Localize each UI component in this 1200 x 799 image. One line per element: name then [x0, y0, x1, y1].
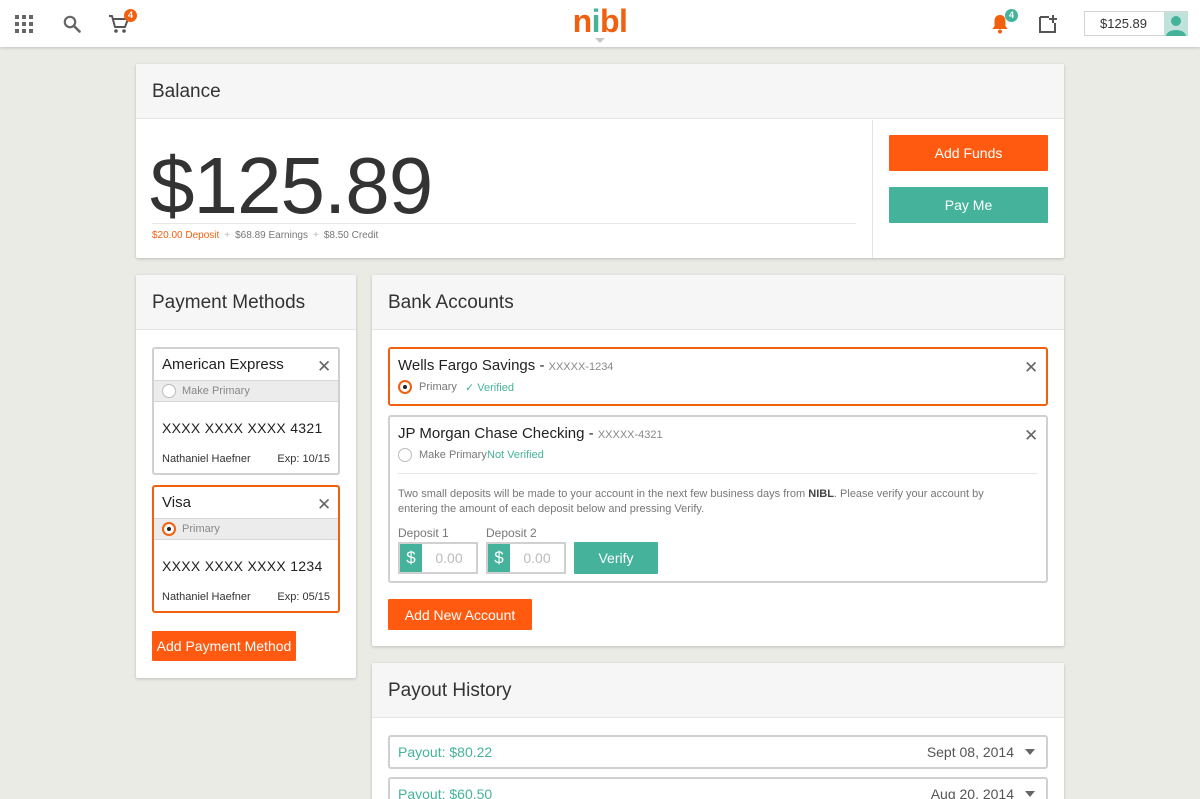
divider: [398, 473, 1038, 474]
chevron-down-icon[interactable]: [1025, 749, 1035, 755]
make-primary-bar[interactable]: Make Primary: [154, 380, 338, 402]
add-payment-method-button[interactable]: Add Payment Method: [152, 631, 296, 661]
payment-methods-card: Payment Methods American Express ✕ Make …: [136, 275, 356, 678]
brand-letter: b: [600, 3, 620, 39]
deposit-2-label: Deposit 2: [486, 526, 537, 540]
balance-title: Balance: [136, 64, 1064, 119]
account-name-text: JP Morgan Chase Checking -: [398, 425, 598, 442]
avatar-icon[interactable]: [1164, 12, 1188, 36]
balance-breakdown: $20.00 Deposit + $68.89 Earnings + $8.50 Cre…: [152, 230, 378, 241]
payout-row[interactable]: Payout: $80.22 Sept 08, 2014: [388, 735, 1048, 769]
bank-account-row[interactable]: Wells Fargo Savings - XXXXX-1234 ✕ Prima…: [388, 347, 1048, 406]
chevron-down-icon[interactable]: [595, 38, 605, 43]
note-brand: NIBL: [808, 488, 834, 500]
plus-separator: +: [312, 230, 319, 241]
card-number: XXXX XXXX XXXX 4321: [162, 420, 323, 436]
card-holder: Nathaniel Haefner: [162, 591, 251, 603]
pay-me-button[interactable]: Pay Me: [889, 187, 1048, 223]
add-funds-button[interactable]: Add Funds: [889, 135, 1048, 171]
primary-bar: Primary: [154, 518, 338, 540]
card-brand: Visa: [162, 494, 191, 511]
close-icon[interactable]: ✕: [1024, 359, 1038, 376]
plus-separator: +: [224, 230, 231, 241]
credit-amount: $8.50 Credit: [323, 230, 379, 241]
brand-letter: n: [572, 3, 593, 39]
brand-letter: i: [591, 3, 601, 39]
account-name-text: Wells Fargo Savings -: [398, 357, 549, 374]
bank-account-row[interactable]: JP Morgan Chase Checking - XXXXX-4321 ✕ …: [388, 415, 1048, 583]
verify-button[interactable]: Verify: [574, 542, 658, 574]
primary-status-label: Make Primary: [182, 385, 250, 397]
payout-history-title: Payout History: [372, 663, 1064, 718]
notification-count-badge: 4: [1005, 9, 1018, 22]
primary-radio[interactable]: [162, 522, 176, 536]
verification-status: Not Verified: [487, 449, 544, 461]
verification-instructions: Two small deposits will be made to your …: [398, 487, 1018, 517]
brand-letter: l: [619, 3, 628, 39]
payout-date: Aug 20, 2014: [930, 786, 1014, 799]
close-icon[interactable]: ✕: [317, 358, 331, 375]
payment-methods-title: Payment Methods: [136, 275, 356, 330]
dollar-icon: $: [488, 544, 510, 572]
primary-status-label: Primary: [182, 523, 220, 535]
primary-status-label: Primary: [419, 381, 457, 393]
verified-status: ✓ Verified: [465, 382, 514, 394]
card-number: XXXX XXXX XXXX 1234: [162, 558, 323, 574]
make-primary-radio[interactable]: [398, 448, 412, 462]
dollar-icon: $: [400, 544, 422, 572]
payout-row[interactable]: Payout: $60.50 Aug 20, 2014: [388, 777, 1048, 799]
brand-logo[interactable]: nibl: [0, 3, 1200, 40]
account-mask: XXXXX-4321: [597, 429, 663, 441]
balance-card: Balance $125.89 $20.00 Deposit + $68.89 Ea…: [136, 64, 1064, 258]
divider: [872, 120, 873, 258]
deposit-2-input[interactable]: $ 0.00: [486, 542, 566, 574]
earnings-amount: $68.89 Earnings: [235, 230, 308, 241]
card-holder: Nathaniel Haefner: [162, 453, 251, 465]
add-item-icon[interactable]: [1036, 12, 1060, 36]
payout-amount: Payout: $80.22: [398, 744, 493, 760]
deposit-1-label: Deposit 1: [398, 526, 449, 540]
deposit-1-input[interactable]: $ 0.00: [398, 542, 478, 574]
note-text: Two small deposits will be made to your …: [398, 488, 809, 500]
bank-accounts-card: Bank Accounts Wells Fargo Savings - XXXX…: [372, 275, 1064, 646]
primary-radio[interactable]: [162, 384, 176, 398]
divider: [152, 223, 856, 224]
close-icon[interactable]: ✕: [1024, 427, 1038, 444]
deposit-2-placeholder[interactable]: 0.00: [510, 544, 564, 572]
deposit-amount: $20.00 Deposit: [152, 230, 220, 241]
top-navigation-bar: 4 nibl 4 $125.89: [0, 0, 1200, 47]
primary-radio[interactable]: [398, 380, 412, 394]
card-expiry: Exp: 10/15: [277, 453, 330, 465]
deposit-1-placeholder[interactable]: 0.00: [422, 544, 476, 572]
bell-icon[interactable]: 4: [988, 9, 1018, 36]
payout-date: Sept 08, 2014: [926, 744, 1014, 760]
balance-amount: $125.89: [150, 141, 433, 230]
card-expiry: Exp: 05/15: [277, 591, 330, 603]
primary-status-label: Make Primary: [419, 449, 487, 461]
card-brand: American Express: [162, 356, 284, 373]
payout-history-card: Payout History Payout: $80.22 Sept 08, 2…: [372, 663, 1064, 799]
account-mask: XXXXX-1234: [548, 361, 614, 373]
payment-card-amex[interactable]: American Express ✕ Make Primary XXXX XXX…: [152, 347, 340, 475]
account-name: Wells Fargo Savings - XXXXX-1234: [398, 357, 613, 374]
add-new-account-button[interactable]: Add New Account: [388, 599, 532, 630]
payout-amount: Payout: $60.50: [398, 786, 493, 799]
account-name: JP Morgan Chase Checking - XXXXX-4321: [398, 425, 663, 442]
payment-card-visa[interactable]: Visa ✕ Primary XXXX XXXX XXXX 1234 Natha…: [152, 485, 340, 613]
bank-accounts-title: Bank Accounts: [372, 275, 1064, 330]
chevron-down-icon[interactable]: [1025, 791, 1035, 797]
close-icon[interactable]: ✕: [317, 496, 331, 513]
